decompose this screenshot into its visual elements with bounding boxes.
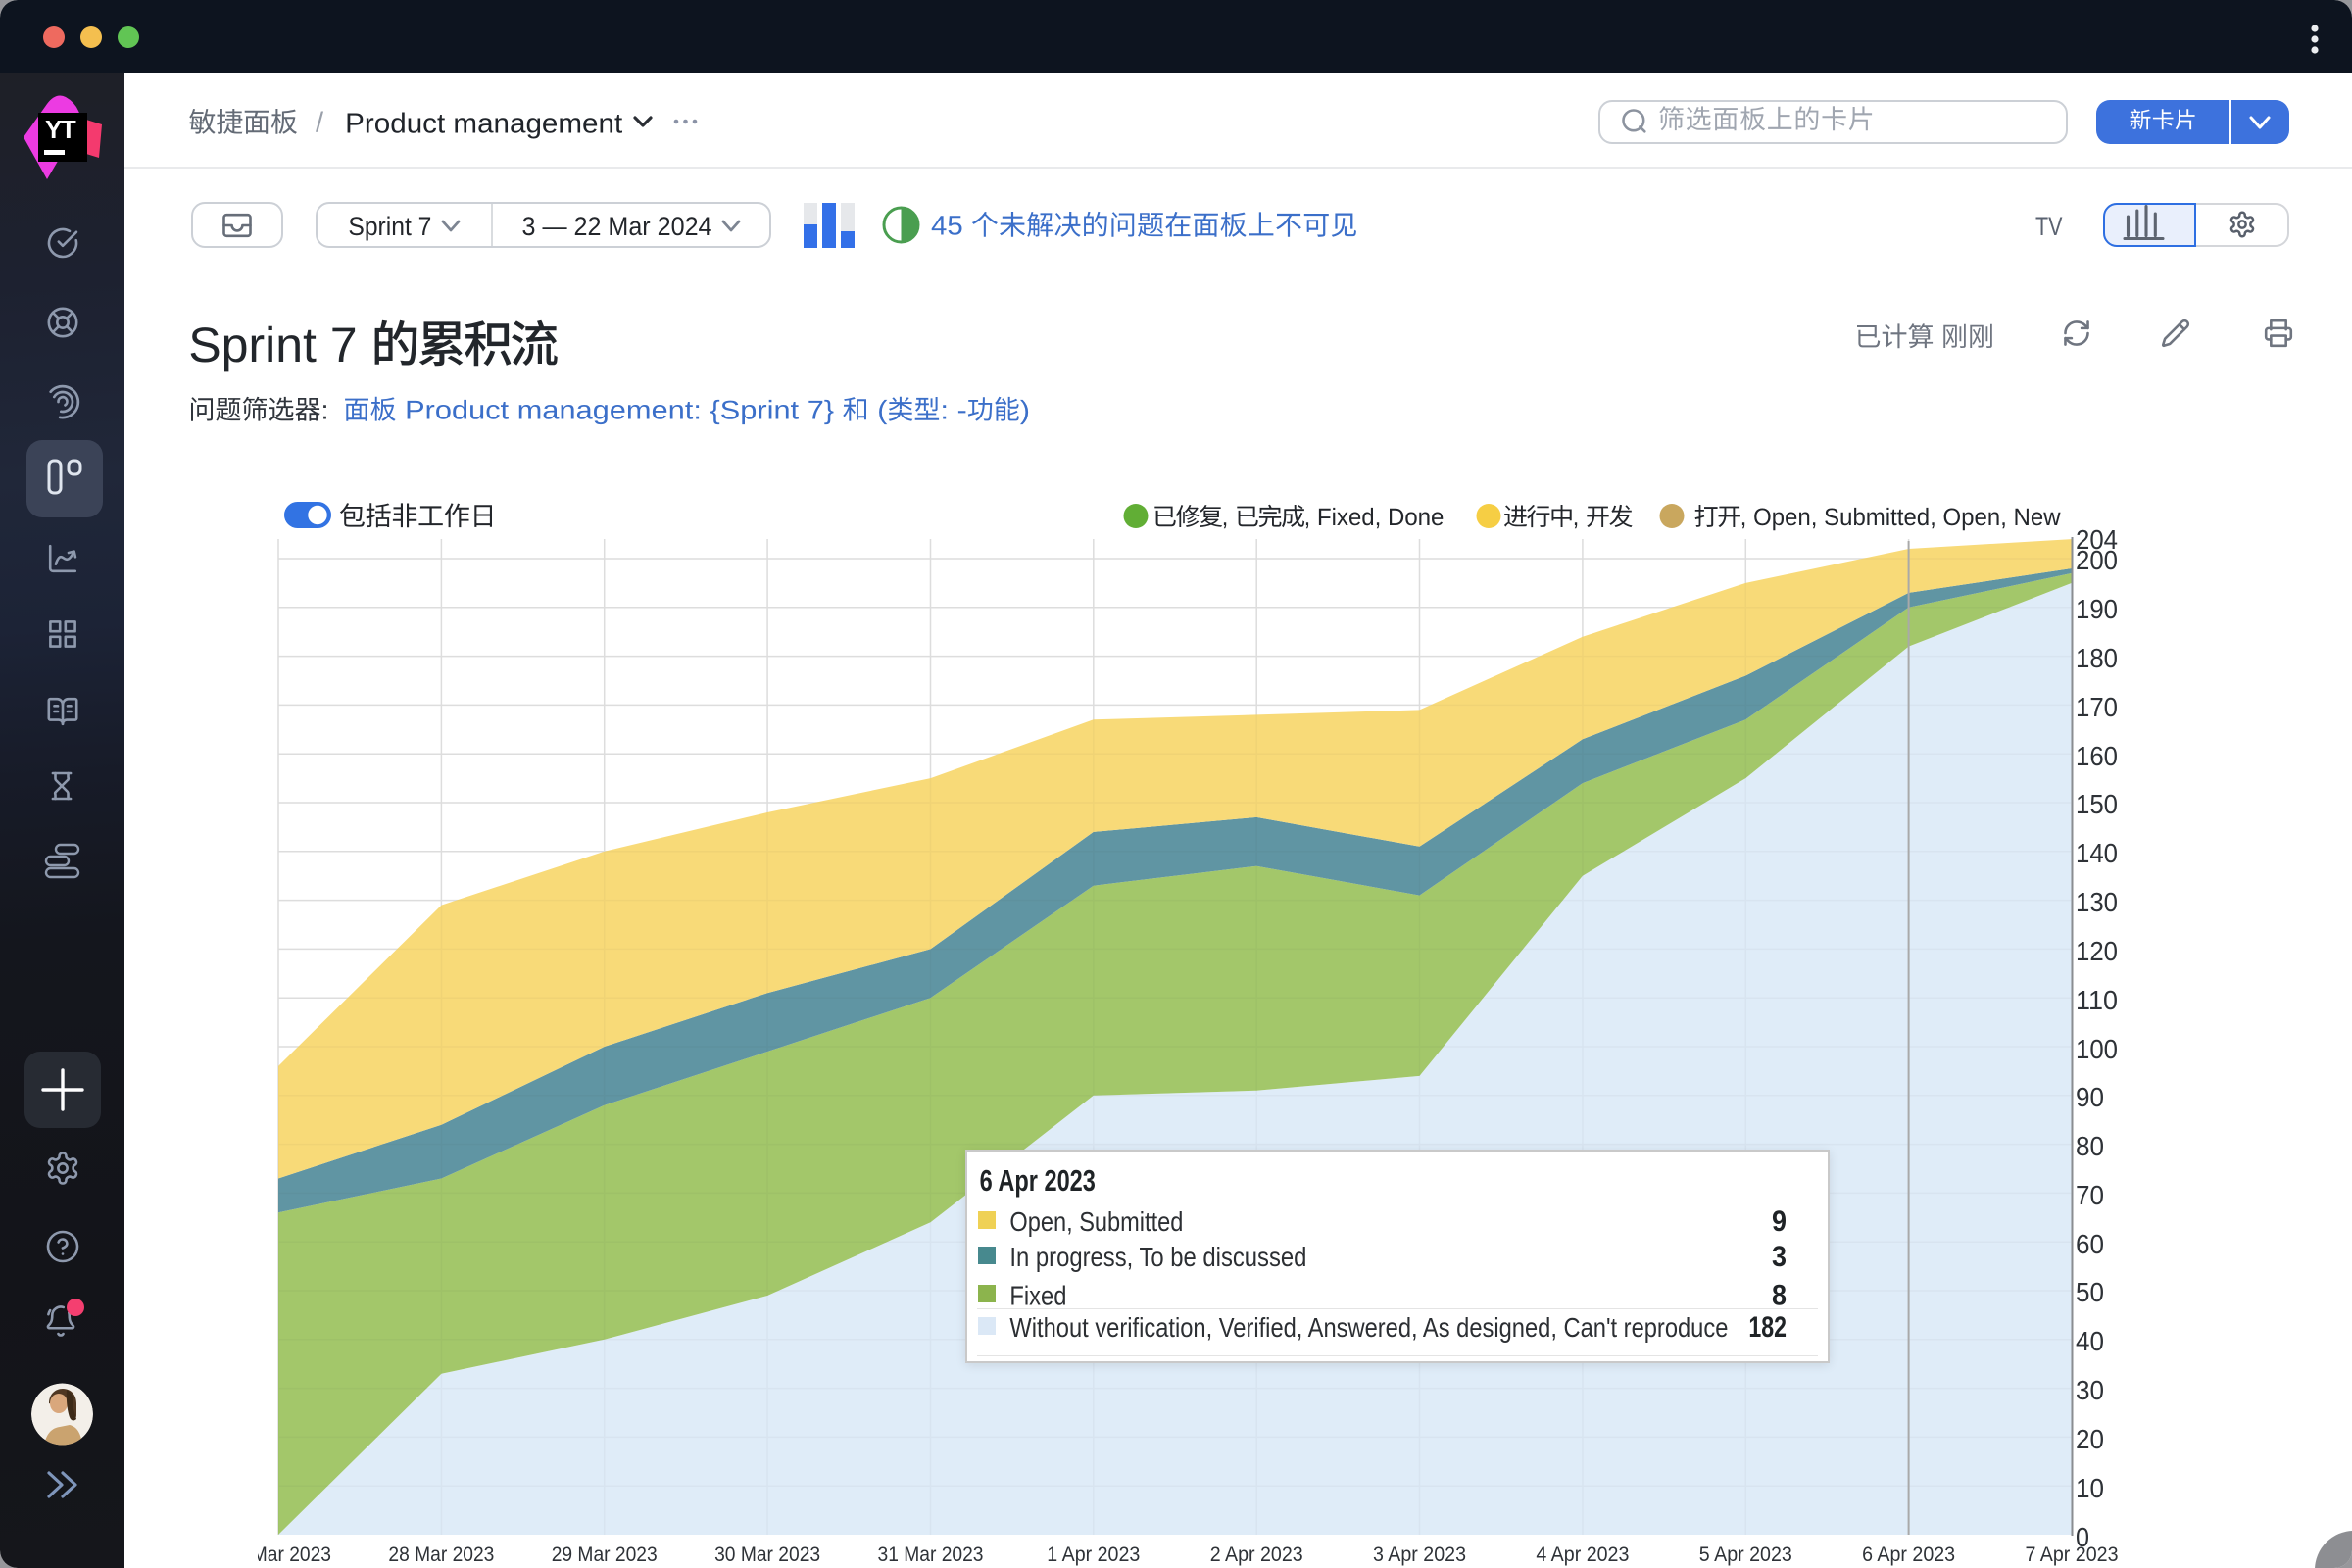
svg-text:/: / [316,108,324,139]
svg-text:YT: YT [45,115,76,144]
svg-text:3: 3 [1772,1241,1787,1273]
svg-text:In progress, To be discussed: In progress, To be discussed [1009,1242,1306,1272]
svg-text:Sprint 7: Sprint 7 [348,212,431,241]
svg-text:Fixed: Fixed [1009,1281,1066,1311]
svg-text:182: 182 [1748,1311,1787,1344]
svg-text:Open, Submitted: Open, Submitted [1009,1206,1183,1237]
svg-text:Product management: Product management [345,109,622,140]
svg-text:Without verification, Verified: Without verification, Verified, Answered… [1009,1312,1728,1343]
svg-text:TV: TV [2035,212,2063,241]
svg-text:8: 8 [1772,1280,1787,1312]
svg-text:6 Apr 2023: 6 Apr 2023 [980,1163,1096,1198]
svg-text:9: 9 [1772,1205,1787,1238]
svg-text:3 — 22 Mar 2024: 3 — 22 Mar 2024 [522,212,712,241]
